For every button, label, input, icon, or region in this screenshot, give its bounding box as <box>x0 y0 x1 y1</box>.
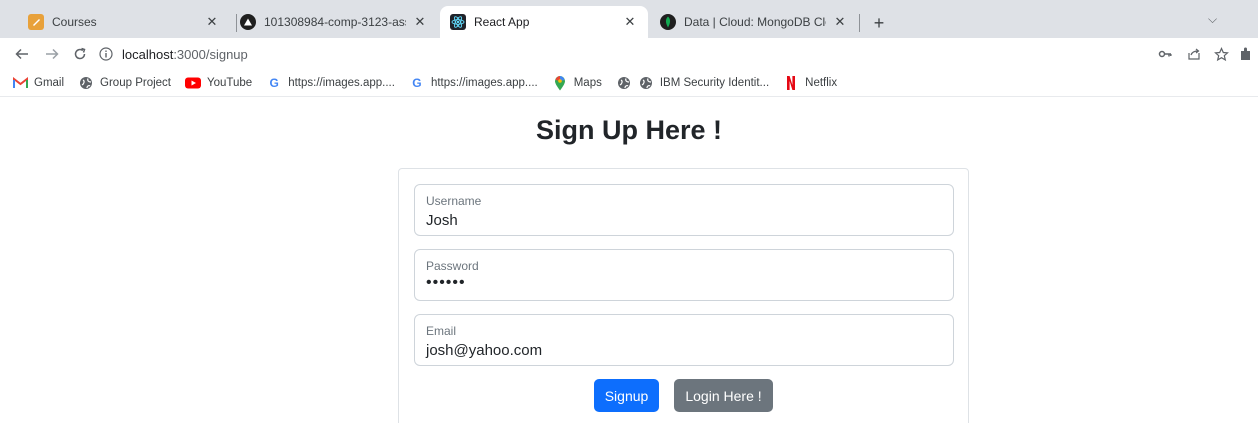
new-tab-button[interactable]: + <box>868 12 890 34</box>
close-tab-icon[interactable]: ✕ <box>412 14 428 30</box>
reload-icon[interactable] <box>70 44 90 64</box>
bookmark-star-icon[interactable] <box>1211 44 1231 64</box>
email-field[interactable]: Email josh@yahoo.com <box>414 314 954 366</box>
bookmark-label: YouTube <box>206 77 253 89</box>
bookmark-label: IBM Security Identit... <box>659 77 770 89</box>
youtube-icon <box>184 75 201 91</box>
close-tab-icon[interactable]: ✕ <box>622 14 638 30</box>
username-field[interactable]: Username Josh <box>414 184 954 236</box>
vercel-favicon-icon <box>240 14 256 30</box>
bookmark-label: Gmail <box>34 77 65 89</box>
signup-button[interactable]: Signup <box>594 379 659 412</box>
bookmark-label: https://images.app.... <box>288 77 395 89</box>
email-value: josh@yahoo.com <box>426 342 543 359</box>
bookmark-unnamed[interactable] <box>616 75 632 91</box>
gmail-icon <box>12 75 28 91</box>
signup-form-card: Username Josh Password •••••• Email josh… <box>398 168 969 423</box>
bookmark-images-2[interactable]: G https://images.app.... <box>409 75 538 91</box>
username-value: Josh <box>426 212 458 229</box>
login-here-button[interactable]: Login Here ! <box>674 379 773 412</box>
courses-favicon-icon <box>28 14 44 30</box>
tab-courses[interactable]: Courses ✕ <box>18 6 230 38</box>
share-icon[interactable] <box>1184 44 1204 64</box>
tab-separator <box>859 14 860 32</box>
browser-tabstrip: Courses ✕ 101308984-comp-3123-assignme ✕… <box>0 0 1258 38</box>
tab-search-icon[interactable]: ⌵ <box>1208 12 1217 27</box>
address-bar[interactable]: localhost:3000/signup <box>98 41 1128 67</box>
bookmark-label: https://images.app.... <box>430 77 538 89</box>
browser-toolbar: localhost:3000/signup <box>0 38 1258 70</box>
password-label: Password <box>426 259 479 273</box>
tab-react-app[interactable]: React App ✕ <box>440 6 648 38</box>
username-label: Username <box>426 194 482 208</box>
site-info-icon[interactable] <box>98 46 114 62</box>
tab-title: Courses <box>52 15 97 29</box>
bookmark-group-project[interactable]: Group Project <box>78 75 171 91</box>
bookmark-youtube[interactable]: YouTube <box>184 75 253 91</box>
bookmarks-bar: Gmail Group Project YouTube G https://im… <box>0 70 1258 97</box>
bookmark-gmail[interactable]: Gmail <box>12 75 64 91</box>
globe-icon <box>638 75 654 91</box>
back-icon[interactable] <box>12 44 32 64</box>
close-tab-icon[interactable]: ✕ <box>204 14 220 30</box>
password-key-icon[interactable] <box>1155 44 1175 64</box>
bookmark-label: Netflix <box>805 77 838 89</box>
mongodb-favicon-icon <box>660 14 676 30</box>
page-title: Sign Up Here ! <box>535 115 723 145</box>
globe-icon <box>78 75 94 91</box>
url-path: :3000/signup <box>173 46 248 62</box>
tab-title: React App <box>474 15 530 29</box>
maps-pin-icon <box>552 75 568 91</box>
url-host: localhost <box>122 46 174 62</box>
bookmark-label: Group Project <box>100 77 171 89</box>
bookmark-netflix[interactable]: Netflix <box>783 75 837 91</box>
google-icon: G <box>412 76 422 90</box>
close-tab-icon[interactable]: ✕ <box>832 14 848 30</box>
globe-icon <box>616 75 632 91</box>
password-field[interactable]: Password •••••• <box>414 249 954 301</box>
bookmark-label: Maps <box>573 77 602 89</box>
netflix-icon <box>783 75 799 91</box>
email-label: Email <box>426 324 457 338</box>
tab-assignment[interactable]: 101308984-comp-3123-assignme ✕ <box>230 6 438 38</box>
forward-icon[interactable] <box>42 44 62 64</box>
password-value: •••••• <box>426 274 466 291</box>
react-favicon-icon <box>450 14 466 30</box>
bookmark-images-1[interactable]: G https://images.app.... <box>266 75 395 91</box>
extensions-icon[interactable] <box>1238 44 1252 64</box>
google-icon: G <box>269 76 279 90</box>
tab-mongodb[interactable]: Data | Cloud: MongoDB Cloud ✕ <box>650 6 858 38</box>
bookmark-ibm-security[interactable]: IBM Security Identit... <box>638 75 769 91</box>
tab-title: 101308984-comp-3123-assignme <box>264 15 406 29</box>
tab-title: Data | Cloud: MongoDB Cloud <box>684 15 826 29</box>
bookmark-maps[interactable]: Maps <box>552 75 602 91</box>
